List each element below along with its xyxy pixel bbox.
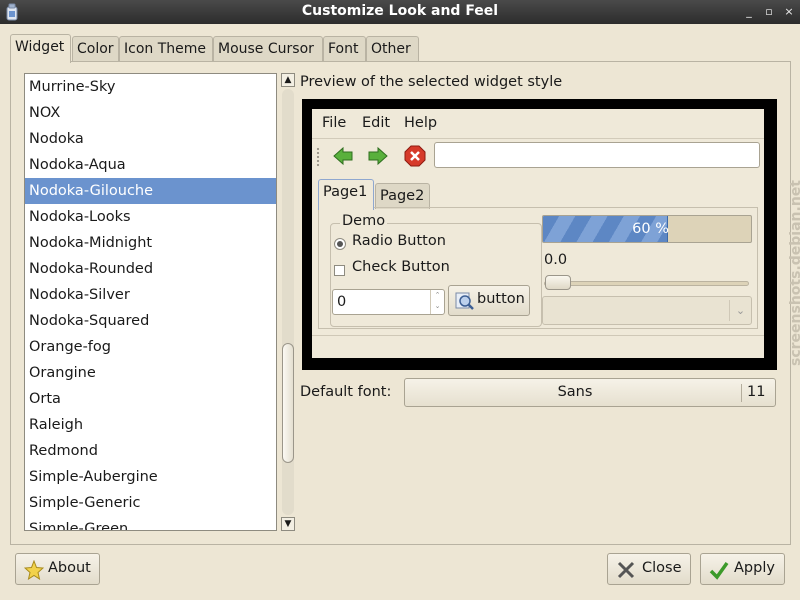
forward-arrow-icon[interactable] [367, 145, 389, 167]
maximize-button[interactable]: ▫ [761, 4, 777, 20]
list-item[interactable]: Raleigh [25, 412, 276, 438]
preview-tab-page2[interactable]: Page2 [375, 183, 430, 209]
demo-frame-label: Demo [340, 213, 388, 229]
preview-text-entry[interactable] [434, 142, 760, 168]
list-item[interactable]: Simple-Green [25, 516, 276, 530]
preview-window: File Edit Help Page1 Page2 Demo Radio Bu… [312, 109, 764, 358]
scroll-trough[interactable] [282, 89, 294, 515]
tab-widget[interactable]: Widget [10, 34, 71, 63]
watermark: screenshots.debian.net [778, 180, 800, 430]
list-item[interactable]: Murrine-Sky [25, 74, 276, 100]
font-separator [741, 384, 742, 402]
search-icon [455, 292, 474, 310]
about-button[interactable]: About [15, 553, 100, 585]
minimize-button[interactable]: _ [741, 4, 757, 20]
close-window-button[interactable]: × [781, 4, 797, 20]
slider-value: 0.0 [544, 252, 568, 268]
radio-button-label[interactable]: Radio Button [352, 233, 446, 249]
list-item[interactable]: Nodoka-Silver [25, 282, 276, 308]
about-button-label: About [48, 560, 91, 576]
list-item[interactable]: Nodoka-Rounded [25, 256, 276, 282]
preview-statusbar [312, 335, 764, 336]
watermark-text: screenshots.debian.net [788, 180, 800, 366]
check-button-label[interactable]: Check Button [352, 259, 450, 275]
list-item[interactable]: NOX [25, 100, 276, 126]
combo-box[interactable]: ⌄ [542, 296, 752, 325]
menu-edit[interactable]: Edit [362, 115, 390, 131]
scroll-down-arrow-icon[interactable]: ▼ [281, 517, 295, 531]
list-item[interactable]: Orangine [25, 360, 276, 386]
preview-frame: File Edit Help Page1 Page2 Demo Radio Bu… [302, 99, 777, 370]
apply-button-label: Apply [734, 560, 775, 576]
list-item[interactable]: Orta [25, 386, 276, 412]
progress-bar: 60 % [542, 215, 752, 243]
preview-heading: Preview of the selected widget style [300, 74, 563, 90]
stop-icon[interactable] [404, 145, 426, 167]
list-item[interactable]: Nodoka-Midnight [25, 230, 276, 256]
font-name: Sans [557, 384, 593, 400]
font-size: 11 [747, 384, 766, 400]
tab-color[interactable]: Color [72, 36, 119, 62]
list-item[interactable]: Orange-fog [25, 334, 276, 360]
list-item[interactable]: Redmond [25, 438, 276, 464]
scroll-up-arrow-icon[interactable]: ▲ [281, 73, 295, 87]
list-item[interactable]: Nodoka-Aqua [25, 152, 276, 178]
progress-text: 60 % [632, 221, 669, 237]
menu-help[interactable]: Help [404, 115, 437, 131]
list-item[interactable]: Nodoka-Squared [25, 308, 276, 334]
theme-list[interactable]: Murrine-Sky NOX Nodoka Nodoka-Aqua Nodok… [24, 73, 277, 531]
back-arrow-icon[interactable] [332, 145, 354, 167]
scroll-thumb[interactable] [282, 343, 294, 463]
preview-button[interactable]: button [448, 285, 530, 316]
font-picker-button[interactable]: Sans 11 [404, 378, 776, 407]
star-icon [24, 560, 44, 580]
slider-thumb[interactable] [545, 275, 571, 290]
window-title: Customize Look and Feel [301, 3, 499, 19]
check-button[interactable] [334, 265, 345, 276]
slider-track[interactable] [544, 281, 749, 286]
default-font-label: Default font: [300, 384, 392, 400]
radio-button[interactable] [334, 238, 346, 250]
tab-font[interactable]: Font [323, 36, 366, 62]
spin-button[interactable]: 0 ⌃ ⌄ [332, 289, 445, 315]
list-item[interactable]: Simple-Aubergine [25, 464, 276, 490]
list-item[interactable]: Simple-Generic [25, 490, 276, 516]
list-item[interactable]: Nodoka-Looks [25, 204, 276, 230]
close-button[interactable]: Close [607, 553, 691, 585]
spin-arrows-icon[interactable]: ⌃ ⌄ [430, 290, 444, 314]
spin-value: 0 [337, 294, 347, 310]
apply-button[interactable]: Apply [700, 553, 785, 585]
preview-menubar: File Edit Help [312, 109, 764, 139]
chevron-down-icon[interactable]: ⌄ [729, 300, 751, 321]
preview-toolbar [312, 141, 764, 175]
tab-icon-theme[interactable]: Icon Theme [119, 36, 213, 62]
toolbar-grip[interactable] [316, 147, 320, 167]
title-bar: Customize Look and Feel _ ▫ × [0, 0, 800, 24]
tab-other[interactable]: Other [366, 36, 419, 62]
list-item-selected[interactable]: Nodoka-Gilouche [25, 178, 276, 204]
tab-mouse-cursor[interactable]: Mouse Cursor [213, 36, 323, 62]
close-button-label: Close [642, 560, 682, 576]
checkmark-icon [709, 561, 729, 580]
theme-list-scrollbar[interactable]: ▲ ▼ [281, 73, 295, 531]
list-item[interactable]: Nodoka [25, 126, 276, 152]
close-icon [617, 561, 635, 579]
menu-file[interactable]: File [322, 115, 346, 131]
preview-button-label: button [477, 291, 525, 307]
preview-tab-page1[interactable]: Page1 [318, 179, 374, 210]
